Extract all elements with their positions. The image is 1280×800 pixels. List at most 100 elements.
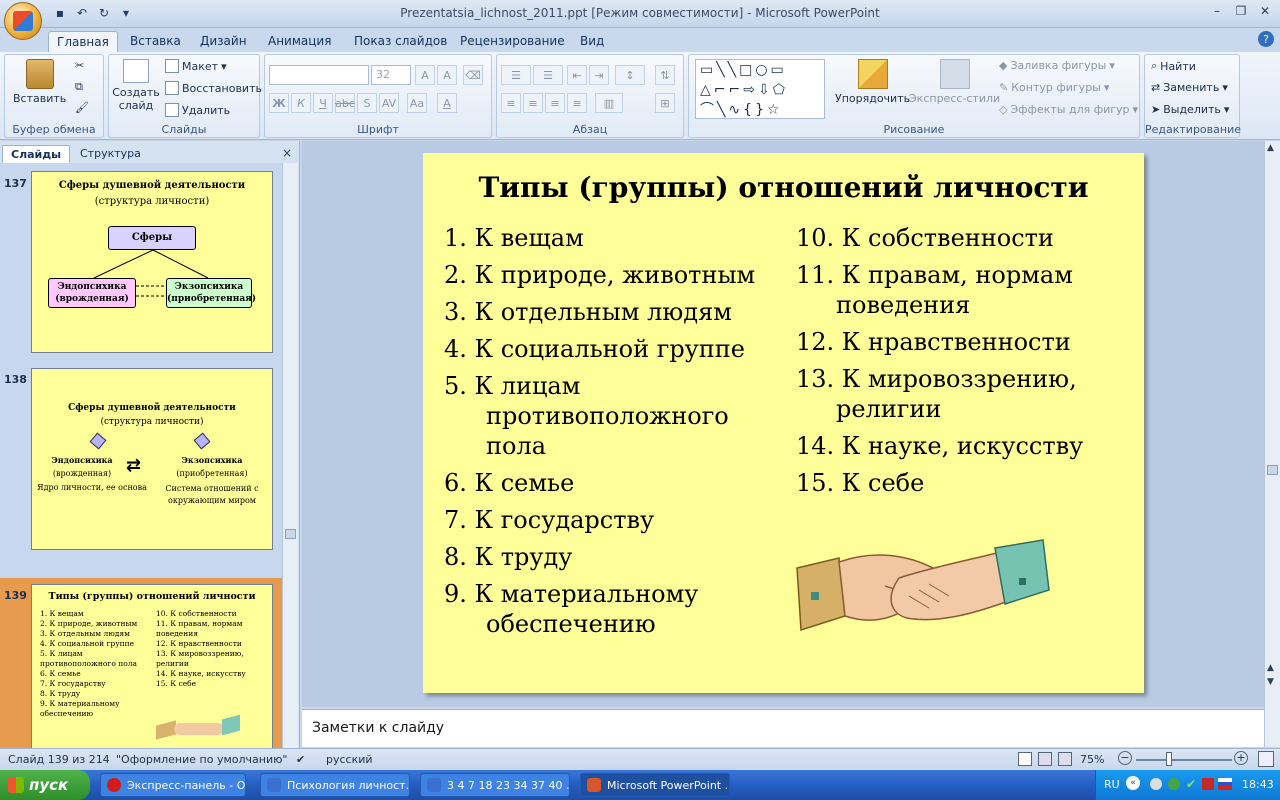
notes-pane[interactable]: Заметки к слайду — [302, 709, 1264, 747]
text-direction-icon[interactable]: ⇅ — [655, 65, 675, 85]
next-slide-icon[interactable]: ▼ — [1267, 677, 1274, 687]
cut-icon[interactable]: ✂ — [75, 59, 84, 72]
tab-design[interactable]: Дизайн — [192, 31, 255, 52]
spellcheck-icon[interactable]: ✔ — [296, 753, 305, 766]
thumbnail-slide-138[interactable]: Сферы душевной деятельности (структура л… — [31, 368, 273, 550]
line-spacing-icon[interactable]: ↕ — [615, 65, 645, 85]
shadow-icon[interactable]: S — [357, 93, 377, 113]
bold-button[interactable]: Ж — [269, 93, 289, 113]
shapes-gallery[interactable]: ▭╲╲□○▭ △⌐⌐⇨⇩⬠ ⌒╲∿{}☆ — [695, 59, 825, 119]
clear-format-icon[interactable]: ⌫ — [463, 65, 483, 85]
grow-font-icon[interactable]: A — [415, 65, 435, 85]
layout-button[interactable]: Макет ▾ — [165, 59, 227, 73]
tab-review[interactable]: Рецензирование — [452, 31, 573, 52]
zoom-level[interactable]: 75% — [1080, 753, 1104, 766]
delete-slide-button[interactable]: Удалить — [165, 103, 230, 117]
decrease-indent-icon[interactable]: ⇤ — [567, 65, 587, 85]
sorter-view-icon[interactable] — [1038, 752, 1052, 766]
arrange-button[interactable]: Упорядочить — [835, 59, 910, 105]
current-slide[interactable]: Типы (группы) отношений личности 1. К ве… — [423, 153, 1144, 693]
tab-slideshow[interactable]: Показ слайдов — [346, 31, 455, 52]
zoom-slider-thumb[interactable] — [1166, 752, 1172, 766]
align-right-icon[interactable]: ≡ — [545, 93, 565, 113]
tab-view[interactable]: Вид — [572, 31, 612, 52]
tab-outline[interactable]: Структура — [72, 145, 149, 163]
replace-button[interactable]: ⇄ Заменить ▾ — [1151, 81, 1228, 94]
restore-icon[interactable]: ❐ — [1228, 2, 1254, 20]
close-icon[interactable]: ✕ — [1252, 2, 1278, 20]
help-icon[interactable]: ? — [1258, 31, 1274, 47]
tray-app-icon[interactable] — [1150, 778, 1162, 790]
tab-animation[interactable]: Анимация — [260, 31, 339, 52]
thumbnail-arrow-icon — [193, 432, 211, 450]
slideshow-view-icon[interactable] — [1058, 752, 1072, 766]
start-button[interactable]: пуск — [0, 770, 90, 800]
tray-check-icon[interactable]: ✔ — [1186, 777, 1196, 791]
thumbnail-list-item: 13. К мировоззрению, религии — [156, 649, 244, 668]
minimize-icon[interactable]: – — [1204, 2, 1230, 20]
scroll-thumb[interactable] — [1267, 465, 1278, 475]
shape-effects-button[interactable]: ◇ Эффекты для фигур ▾ — [999, 103, 1138, 116]
underline-button[interactable]: Ч — [313, 93, 333, 113]
shrink-font-icon[interactable]: A — [437, 65, 457, 85]
language[interactable]: русский — [326, 753, 373, 766]
zoom-out-icon[interactable]: − — [1118, 751, 1132, 765]
task-powerpoint[interactable]: Microsoft PowerPoint ... — [580, 773, 730, 797]
select-button[interactable]: ➤ Выделить ▾ — [1151, 103, 1229, 116]
normal-view-icon[interactable] — [1018, 752, 1032, 766]
shape-fill-button[interactable]: ◆ Заливка фигуры ▾ — [999, 59, 1115, 72]
strikethrough-icon[interactable]: abc — [335, 93, 355, 113]
columns-icon[interactable]: ▥ — [595, 93, 623, 113]
tab-slides[interactable]: Слайды — [2, 145, 71, 163]
copy-icon[interactable]: ⧉ — [75, 80, 83, 94]
thumbnail-scrollbar[interactable] — [282, 163, 298, 749]
theme-name[interactable]: "Оформление по умолчанию" — [116, 753, 287, 766]
tab-home[interactable]: Главная — [48, 31, 118, 52]
numbering-icon[interactable]: ☰ — [533, 65, 563, 85]
scroll-up-icon[interactable]: ▲ — [1267, 143, 1274, 153]
quick-styles-button[interactable]: Экспресс-стили — [909, 59, 1000, 105]
tray-kaspersky-icon[interactable] — [1202, 778, 1214, 790]
slide-title[interactable]: Типы (группы) отношений личности — [423, 171, 1144, 204]
thumbnail-slide-137[interactable]: Сферы душевной деятельности (структура л… — [31, 171, 273, 353]
italic-button[interactable]: К — [291, 93, 311, 113]
prev-slide-icon[interactable]: ▲ — [1267, 663, 1274, 673]
reset-button[interactable]: Восстановить — [165, 81, 262, 95]
tray-arrow-icon[interactable]: « — [1126, 776, 1140, 790]
justify-icon[interactable]: ≡ — [567, 93, 587, 113]
tray-flag-icon[interactable] — [1218, 778, 1232, 790]
list-item-text: К материальному — [474, 580, 699, 608]
task-word-psychology[interactable]: Психология личност... — [260, 773, 410, 797]
list-item-text: К нравственности — [841, 328, 1071, 356]
font-size-combo[interactable]: 32 — [371, 65, 411, 85]
paste-button[interactable]: Вставить — [13, 59, 66, 105]
tab-insert[interactable]: Вставка — [122, 31, 189, 52]
increase-indent-icon[interactable]: ⇥ — [589, 65, 609, 85]
office-button[interactable] — [4, 2, 42, 40]
format-painter-icon[interactable]: 🖌 — [75, 101, 89, 114]
tray-utorrent-icon[interactable] — [1168, 778, 1180, 790]
fit-to-window-icon[interactable] — [1258, 751, 1274, 767]
task-opera[interactable]: Экспресс-панель - О... — [100, 773, 246, 797]
smartart-icon[interactable]: ⊞ — [655, 93, 675, 113]
new-slide-button[interactable]: Создать слайд — [112, 59, 160, 112]
close-panel-icon[interactable]: × — [282, 146, 292, 160]
shape-outline-button[interactable]: ✎ Контур фигуры ▾ — [999, 81, 1109, 94]
scroll-thumb[interactable] — [285, 529, 296, 539]
office-logo-icon — [13, 11, 33, 31]
list-item-text: К мировоззрению, — [841, 365, 1077, 393]
slide-scrollbar[interactable]: ▲ ▲ ▼ — [1264, 141, 1280, 747]
align-left-icon[interactable]: ≡ — [501, 93, 521, 113]
language-indicator[interactable]: RU — [1104, 778, 1120, 791]
char-spacing-icon[interactable]: AV — [379, 93, 399, 113]
zoom-in-icon[interactable]: + — [1234, 751, 1248, 765]
find-button[interactable]: ⌕ Найти — [1151, 59, 1196, 73]
zoom-slider[interactable] — [1136, 759, 1232, 761]
thumbnail-slide-139[interactable]: Типы (группы) отношений личности 1. К ве… — [31, 584, 273, 749]
change-case-icon[interactable]: Aa — [407, 93, 427, 113]
font-color-icon[interactable]: A — [437, 93, 457, 113]
font-name-combo[interactable] — [269, 65, 369, 85]
bullets-icon[interactable]: ☰ — [501, 65, 531, 85]
align-center-icon[interactable]: ≡ — [523, 93, 543, 113]
task-word-numbers[interactable]: 3 4 7 18 23 34 37 40 ... — [420, 773, 570, 797]
